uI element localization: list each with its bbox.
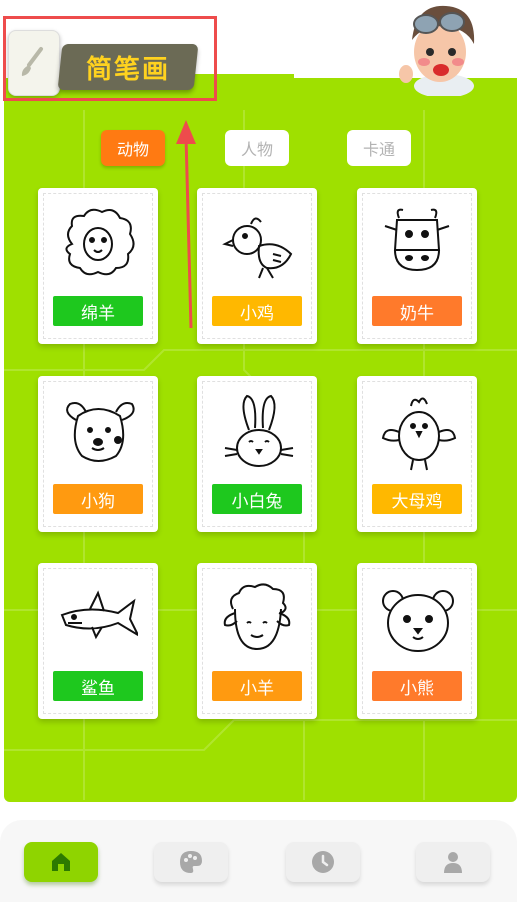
hen-drawing xyxy=(381,397,457,471)
annotation-highlight-box xyxy=(3,16,217,101)
card-lamb[interactable]: 小羊 xyxy=(197,563,317,719)
card-cow[interactable]: 奶牛 xyxy=(357,188,477,344)
card-label: 奶牛 xyxy=(372,296,462,326)
mascot-avatar xyxy=(399,5,475,96)
nav-palette-button[interactable] xyxy=(154,842,228,882)
user-icon xyxy=(444,852,462,873)
card-label: 小白兔 xyxy=(212,484,302,514)
palette-icon xyxy=(180,851,202,873)
tab-people[interactable]: 人物 xyxy=(225,130,289,166)
card-rabbit[interactable]: 小白兔 xyxy=(197,376,317,532)
clock-icon xyxy=(312,851,334,873)
card-label: 绵羊 xyxy=(53,296,143,326)
category-tabs: 动物 人物 卡通 xyxy=(0,130,517,166)
card-label: 小羊 xyxy=(212,671,302,701)
nav-home-button[interactable] xyxy=(24,842,98,882)
card-label: 小狗 xyxy=(53,484,143,514)
card-label: 鲨鱼 xyxy=(53,671,143,701)
tab-cartoon[interactable]: 卡通 xyxy=(347,130,411,166)
card-shark[interactable]: 鲨鱼 xyxy=(38,563,158,719)
shark-drawing xyxy=(60,590,138,640)
card-sheep[interactable]: 绵羊 xyxy=(38,188,158,344)
card-dog[interactable]: 小狗 xyxy=(38,376,158,532)
card-bear[interactable]: 小熊 xyxy=(357,563,477,719)
home-icon xyxy=(52,853,70,871)
card-label: 小鸡 xyxy=(212,296,302,326)
cow-drawing xyxy=(384,208,450,272)
card-chick[interactable]: 小鸡 xyxy=(197,188,317,344)
sheep-drawing xyxy=(65,208,135,276)
lamb-drawing xyxy=(223,583,291,651)
bottom-nav xyxy=(0,820,517,902)
card-label: 大母鸡 xyxy=(372,484,462,514)
tab-animals[interactable]: 动物 xyxy=(101,130,165,166)
dog-drawing xyxy=(66,402,135,462)
chick-drawing xyxy=(222,217,293,279)
card-label: 小熊 xyxy=(372,671,462,701)
nav-history-button[interactable] xyxy=(286,842,360,882)
bear-drawing xyxy=(382,590,454,652)
card-hen[interactable]: 大母鸡 xyxy=(357,376,477,532)
nav-profile-button[interactable] xyxy=(416,842,490,882)
rabbit-drawing xyxy=(224,394,294,467)
